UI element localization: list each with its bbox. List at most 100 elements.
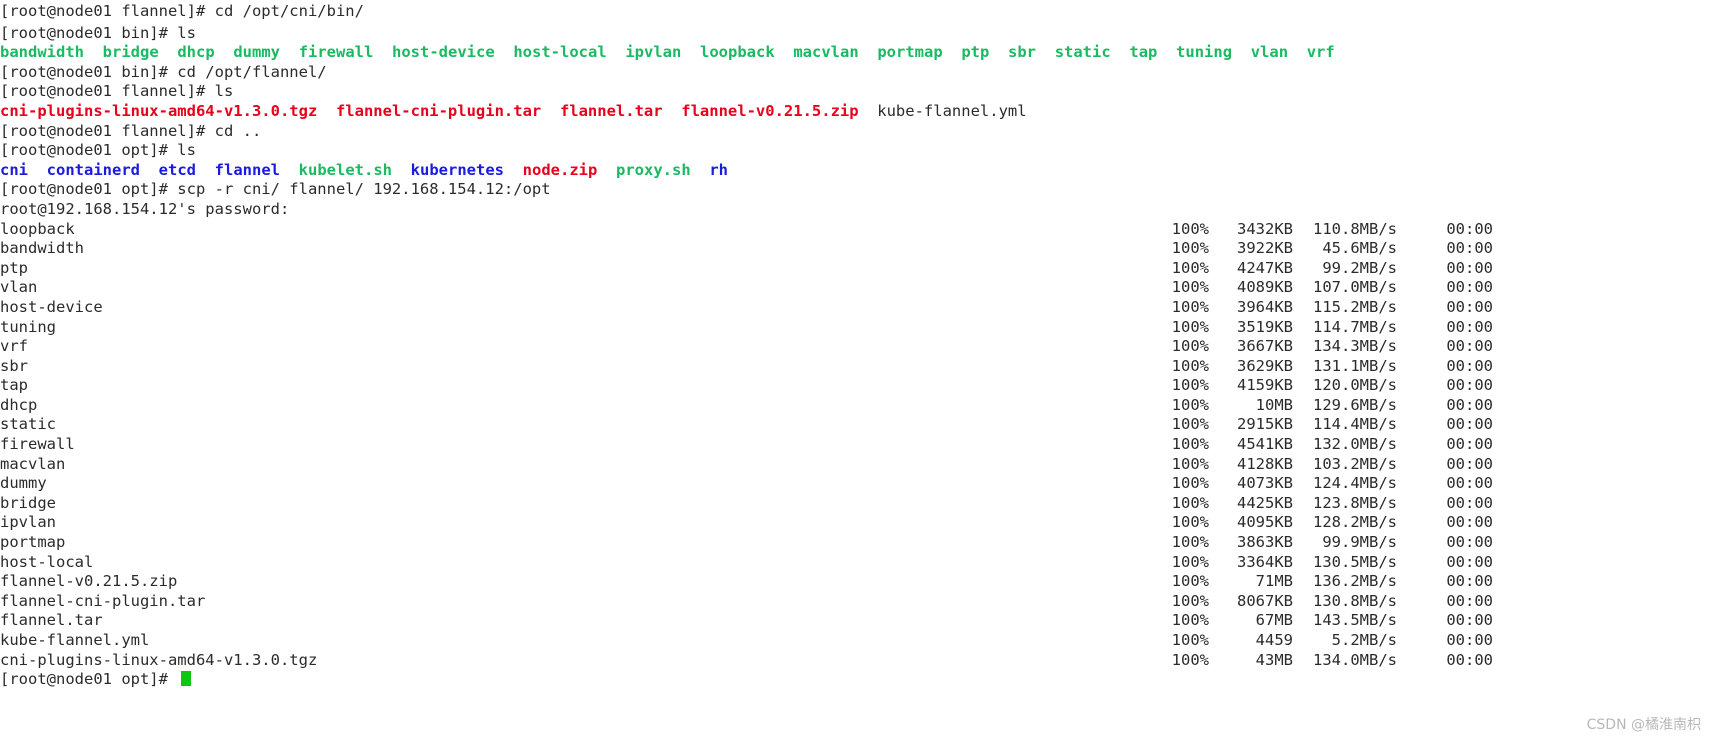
transfer-file-name: sbr [0, 356, 28, 375]
listing-item: static [1054, 43, 1111, 62]
listing-item: cni-plugins-linux-amd64-v1.3.0.tgz [0, 101, 318, 120]
transfer-row: dhcp 100% 10MB 129.6MB/s 00:00 [0, 396, 1709, 416]
terminal-line-final-prompt: [root@node01 opt]# [0, 670, 1709, 690]
transfer-size: 4425KB [1237, 493, 1293, 512]
listing-separator [541, 102, 560, 120]
listing-separator [84, 43, 103, 61]
transfer-eta: 00:00 [1446, 239, 1493, 258]
transfer-eta: 00:00 [1446, 572, 1493, 591]
transfer-percent: 100% [1171, 317, 1209, 336]
transfer-eta: 00:00 [1446, 376, 1493, 395]
transfer-stats: 100% 10MB 129.6MB/s 00:00 [1155, 396, 1493, 416]
transfer-row: loopback 100% 3432KB 110.8MB/s 00:00 [0, 220, 1709, 240]
transfer-size: 3629KB [1237, 356, 1293, 375]
listing-item: node.zip [522, 160, 598, 179]
transfer-size: 3519KB [1237, 317, 1293, 336]
transfer-eta: 00:00 [1446, 317, 1493, 336]
transfer-file-name: flannel-cni-plugin.tar [0, 591, 206, 610]
transfer-eta: 00:00 [1446, 219, 1493, 238]
listing-separator [196, 161, 215, 179]
listing-item: vlan [1250, 43, 1289, 62]
transfer-speed: 131.1MB/s [1313, 356, 1397, 375]
transfer-stats: 100% 4425KB 123.8MB/s 00:00 [1155, 494, 1493, 514]
transfer-row: vrf 100% 3667KB 134.3MB/s 00:00 [0, 337, 1709, 357]
listing-separator [1232, 43, 1251, 61]
prompt-text: [root@node01 flannel]# cd /opt/cni/bin/ [0, 2, 364, 20]
terminal-line-prompt-cd-up: [root@node01 flannel]# cd .. [0, 122, 1709, 142]
password-prompt-text: root@192.168.154.12's password: [0, 199, 290, 218]
transfer-size: 4128KB [1237, 454, 1293, 473]
terminal-window[interactable]: [root@node01 flannel]# cd /opt/cni/bin/ … [0, 0, 1709, 738]
listing-item: vrf [1306, 43, 1335, 62]
listing-separator [691, 161, 710, 179]
listing-item: host-device [392, 43, 495, 62]
terminal-cursor [181, 671, 192, 687]
listing-item: bandwidth [0, 43, 84, 62]
transfer-file-name: tuning [0, 317, 56, 336]
listing-separator [1288, 43, 1307, 61]
transfer-size: 3667KB [1237, 337, 1293, 356]
transfer-percent: 100% [1171, 278, 1209, 297]
transfer-row: tap 100% 4159KB 120.0MB/s 00:00 [0, 376, 1709, 396]
transfer-file-name: ipvlan [0, 513, 56, 532]
transfer-file-name: ptp [0, 258, 28, 277]
transfer-speed: 114.7MB/s [1313, 317, 1397, 336]
listing-item: flannel [214, 160, 280, 179]
transfer-speed: 128.2MB/s [1313, 513, 1397, 532]
transfer-speed: 136.2MB/s [1313, 572, 1397, 591]
transfer-speed: 120.0MB/s [1313, 376, 1397, 395]
prompt-text: [root@node01 opt]# [0, 670, 178, 689]
transfer-percent: 100% [1171, 297, 1209, 316]
transfer-file-name: host-local [0, 552, 94, 571]
transfer-row: vlan 100% 4089KB 107.0MB/s 00:00 [0, 278, 1709, 298]
transfer-row: portmap 100% 3863KB 99.9MB/s 00:00 [0, 533, 1709, 553]
transfer-eta: 00:00 [1446, 258, 1493, 277]
transfer-size: 4095KB [1237, 513, 1293, 532]
terminal-line-password-prompt: root@192.168.154.12's password: [0, 200, 1709, 220]
transfer-stats: 100% 4459 5.2MB/s 00:00 [1155, 631, 1493, 651]
prompt-text: [root@node01 bin]# cd /opt/flannel/ [0, 62, 327, 81]
transfer-eta: 00:00 [1446, 415, 1493, 434]
terminal-line-prompt-ls-opt: [root@node01 opt]# ls [0, 141, 1709, 161]
transfer-percent: 100% [1171, 591, 1209, 610]
transfer-row: flannel.tar 100% 67MB 143.5MB/s 00:00 [0, 611, 1709, 631]
transfer-file-name: loopback [0, 219, 75, 238]
transfer-stats: 100% 3629KB 131.1MB/s 00:00 [1155, 357, 1493, 377]
listing-item: bridge [102, 43, 159, 62]
listing-item: macvlan [793, 43, 859, 62]
listing-separator [28, 161, 47, 179]
listing-separator [317, 102, 336, 120]
transfer-eta: 00:00 [1446, 435, 1493, 454]
listing-separator [373, 43, 392, 61]
terminal-line-prompt-cd-cni-bin: [root@node01 flannel]# cd /opt/cni/bin/ [0, 0, 1709, 24]
transfer-percent: 100% [1171, 337, 1209, 356]
transfer-speed: 115.2MB/s [1313, 297, 1397, 316]
listing-separator [1157, 43, 1176, 61]
transfer-size: 4541KB [1237, 435, 1293, 454]
transfer-percent: 100% [1171, 572, 1209, 591]
listing-separator [597, 161, 616, 179]
transfer-file-name: portmap [0, 533, 66, 552]
scp-transfer-output: loopback 100% 3432KB 110.8MB/s 00:00 bandwidt… [0, 220, 1709, 671]
transfer-percent: 100% [1171, 239, 1209, 258]
transfer-percent: 100% [1171, 395, 1209, 414]
listing-item: firewall [298, 43, 374, 62]
transfer-row: host-device 100% 3964KB 115.2MB/s 00:00 [0, 298, 1709, 318]
transfer-stats: 100% 3964KB 115.2MB/s 00:00 [1155, 298, 1493, 318]
listing-separator [1111, 43, 1130, 61]
transfer-row: flannel-v0.21.5.zip 100% 71MB 136.2MB/s 00:0… [0, 572, 1709, 592]
transfer-stats: 100% 3667KB 134.3MB/s 00:00 [1155, 337, 1493, 357]
transfer-row: ipvlan 100% 4095KB 128.2MB/s 00:00 [0, 513, 1709, 533]
transfer-size: 3964KB [1237, 297, 1293, 316]
listing-item: tap [1129, 43, 1158, 62]
listing-separator [392, 161, 411, 179]
transfer-speed: 123.8MB/s [1313, 493, 1397, 512]
listing-separator [140, 161, 159, 179]
listing-item: portmap [877, 43, 943, 62]
prompt-text: [root@node01 opt]# ls [0, 141, 196, 160]
transfer-eta: 00:00 [1446, 650, 1493, 669]
transfer-stats: 100% 4247KB 99.2MB/s 00:00 [1155, 259, 1493, 279]
transfer-percent: 100% [1171, 533, 1209, 552]
transfer-speed: 130.5MB/s [1313, 552, 1397, 571]
transfer-size: 4089KB [1237, 278, 1293, 297]
